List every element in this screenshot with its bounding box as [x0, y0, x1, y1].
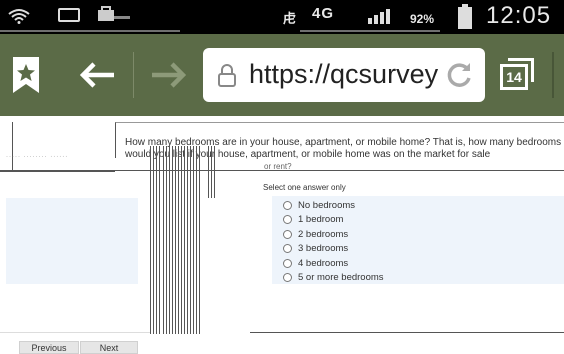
- browser-toolbar: https://qcsurveys 14: [0, 34, 564, 116]
- email-icon: [58, 8, 80, 22]
- url-bar[interactable]: https://qcsurveys: [203, 48, 485, 102]
- vibrate-icon: ⾌: [283, 11, 297, 26]
- footer-divider: [250, 332, 564, 333]
- footer-divider: [0, 332, 150, 333]
- reload-icon[interactable]: [443, 59, 475, 91]
- radio-button[interactable]: [283, 200, 292, 210]
- signal-icon: [368, 9, 390, 24]
- instruction-text: Select one answer only: [263, 183, 346, 192]
- option-label: 1 bedroom: [298, 214, 344, 226]
- previous-button[interactable]: Previous: [19, 341, 79, 354]
- url-text[interactable]: https://qcsurveys: [249, 59, 439, 90]
- wifi-icon: [8, 9, 30, 24]
- radio-button[interactable]: [283, 215, 292, 225]
- back-arrow-icon[interactable]: [78, 60, 118, 90]
- shopping-bag-icon: [98, 6, 130, 21]
- clock: 12:05 PM: [486, 2, 552, 34]
- radio-button[interactable]: [283, 258, 292, 268]
- radio-button[interactable]: [283, 273, 292, 283]
- radio-button[interactable]: [283, 229, 292, 239]
- option-5-or-more-bedrooms[interactable]: 5 or more bedrooms: [283, 271, 384, 286]
- option-1-bedroom[interactable]: 1 bedroom: [283, 213, 384, 228]
- option-label: 2 bedrooms: [298, 228, 349, 240]
- status-bar-artifact: [300, 30, 440, 32]
- option-label: 5 or more bedrooms: [298, 272, 384, 284]
- render-artifact-bars: [150, 146, 220, 336]
- option-4-bedrooms[interactable]: 4 bedrooms: [283, 256, 384, 271]
- left-frame: [0, 122, 13, 172]
- status-bar-artifact: [0, 30, 180, 32]
- tab-count: 14: [500, 64, 528, 90]
- option-no-bedrooms[interactable]: No bedrooms: [283, 198, 384, 213]
- radio-button[interactable]: [283, 244, 292, 254]
- battery-percent: 92%: [410, 12, 435, 26]
- option-3-bedrooms[interactable]: 3 bedrooms: [283, 242, 384, 257]
- option-label: 3 bedrooms: [298, 243, 349, 255]
- frame-line: [13, 122, 115, 123]
- forward-arrow-icon[interactable]: [148, 60, 188, 90]
- question-tail: or rent?: [264, 162, 292, 171]
- bookmark-star-icon[interactable]: [12, 56, 40, 94]
- option-label: 4 bedrooms: [298, 257, 349, 269]
- network-type: 4G: [312, 5, 335, 22]
- next-button[interactable]: Next: [80, 341, 138, 354]
- lock-icon: [218, 64, 236, 87]
- toolbar-edge: [552, 52, 554, 98]
- status-bar: ⾌ 4G 92% 12:05 PM: [0, 0, 564, 34]
- answer-options: No bedrooms 1 bedroom 2 bedrooms 3 bedro…: [283, 198, 384, 285]
- render-artifact: ····· ········ ······: [6, 154, 69, 160]
- option-label: No bedrooms: [298, 199, 356, 211]
- survey-page: ····· ········ ······ How many bedrooms …: [0, 116, 564, 354]
- frame-line: [0, 171, 115, 172]
- left-panel: [6, 198, 138, 284]
- option-2-bedrooms[interactable]: 2 bedrooms: [283, 227, 384, 242]
- tabs-icon[interactable]: 14: [500, 58, 536, 92]
- toolbar-divider: [133, 52, 134, 98]
- battery-icon: [458, 4, 472, 29]
